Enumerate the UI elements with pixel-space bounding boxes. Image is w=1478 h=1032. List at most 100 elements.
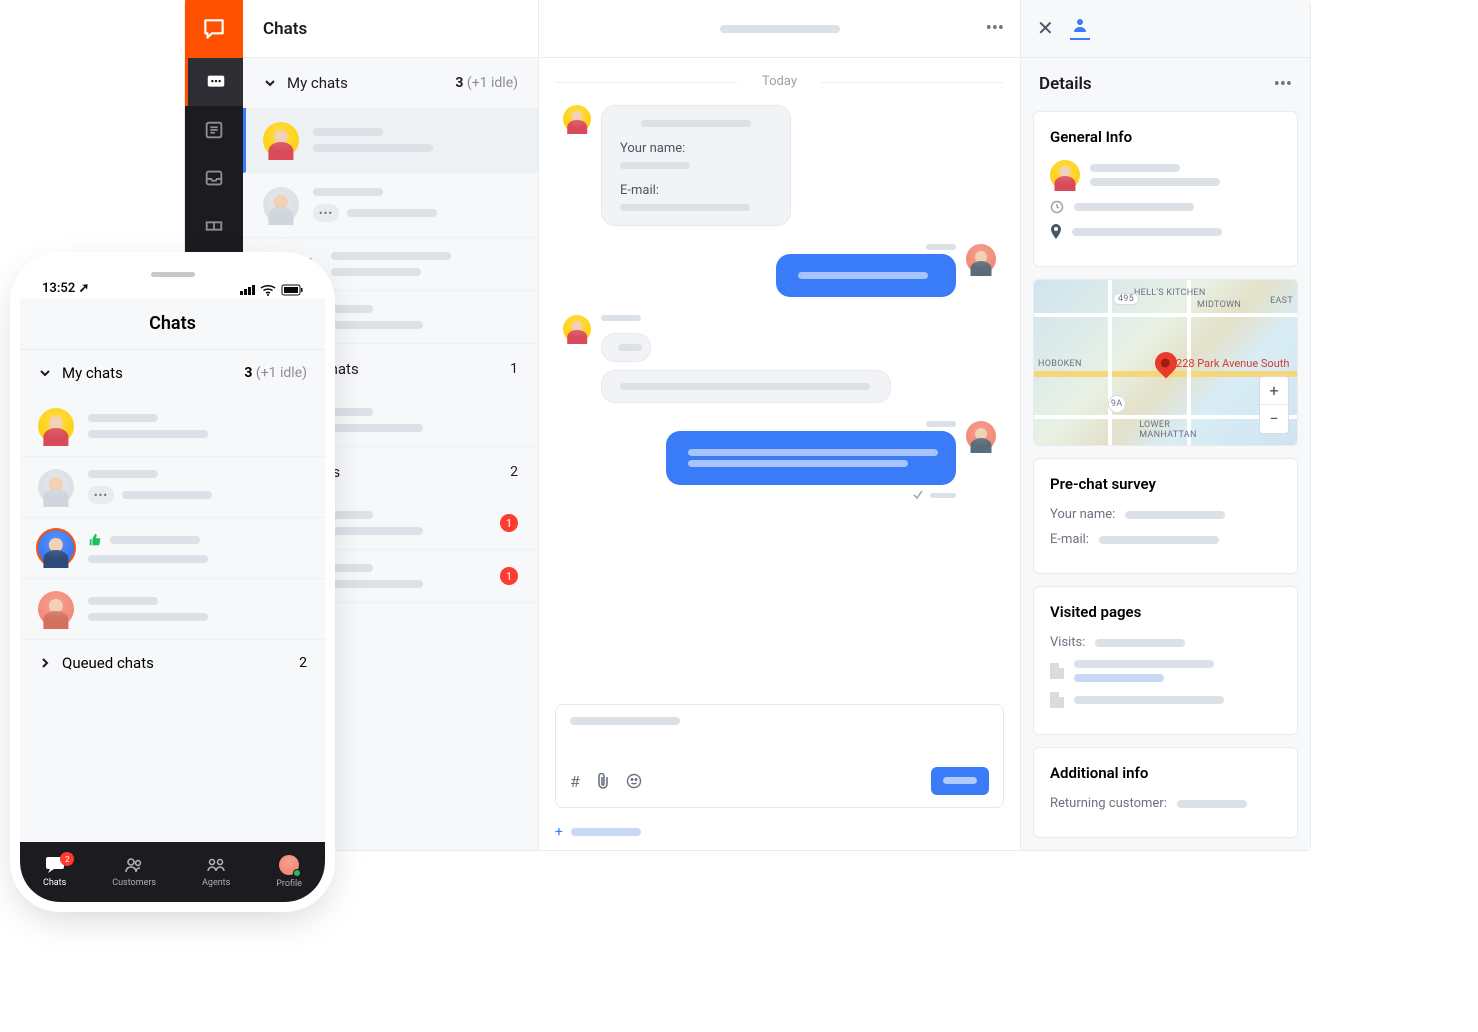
file-icon [1050,663,1064,679]
nav-chats-icon[interactable] [185,58,243,106]
chat-list-title: Chats [243,0,538,58]
desktop-app: Chats My chats 3 (+1 idle) ••• vised cha… [185,0,1310,850]
avatar [38,530,74,566]
map-label: EAST [1270,296,1293,306]
avatar [563,105,591,133]
phone-section-my-chats[interactable]: My chats 3 (+1 idle) [20,350,325,396]
card-title: Pre-chat survey [1050,475,1281,493]
tab-profile[interactable]: Profile [276,855,302,889]
message-bubble [601,333,651,362]
clock-icon [1050,200,1064,214]
hash-icon[interactable]: # [570,772,580,791]
map-label: MIDTOWN [1197,300,1241,310]
avatar [263,122,299,158]
nav-ticket-icon[interactable] [185,202,243,250]
chat-row[interactable]: ••• [243,173,538,238]
message-bubble [601,370,891,403]
avatar [279,855,299,875]
avatar [38,591,74,627]
section-label: My chats [287,74,348,92]
card-visited: Visited pages Visits: [1033,586,1298,735]
chevron-right-icon [38,656,52,670]
zoom-out-button[interactable]: − [1260,405,1288,433]
unread-badge: 1 [500,514,518,532]
message-group-incoming: Your name: E-mail: [563,105,996,226]
send-button[interactable] [931,767,989,795]
details-tab-person[interactable] [1070,16,1090,40]
avatar [263,187,299,223]
phone-title: Chats [20,298,325,350]
list-item[interactable] [20,518,325,579]
chat-row[interactable] [243,108,538,173]
tab-label: Customers [112,878,156,888]
field-label: Returning customer: [1050,796,1167,811]
tab-label: Chats [43,878,66,888]
add-action[interactable]: + [539,824,1020,850]
close-icon[interactable]: ✕ [1037,16,1054,40]
typing-icon: ••• [313,204,339,222]
message-bubble [666,431,956,485]
prechat-bubble: Your name: E-mail: [601,105,791,226]
map-pin-label: 228 Park Avenue South [1176,357,1289,370]
phone-tabbar: 2 Chats Customers Agents Profile [20,842,325,902]
section-idle: (+1 idle) [256,365,307,381]
status-time: 13:52 [42,281,75,296]
avatar [1050,160,1080,190]
details-panel: ✕ Details ••• General Info Hoboken HELL'… [1020,0,1310,850]
section-my-chats[interactable]: My chats 3 (+1 idle) [243,58,538,108]
section-count: 2 [299,655,307,671]
section-count: 2 [510,464,518,480]
details-title: Details [1039,74,1092,94]
field-label: Visits: [1050,635,1085,650]
emoji-icon[interactable] [626,773,642,789]
map[interactable]: Hoboken HELL'S KITCHEN MIDTOWN EAST 495 … [1033,279,1298,446]
pin-icon [1050,224,1062,240]
section-count: 3 [455,75,463,91]
tab-label: Profile [276,879,302,889]
attachment-icon[interactable] [596,773,610,789]
section-label: My chats [62,364,123,382]
conversation-header: ••• [539,0,1020,58]
field-label: E-mail: [620,183,772,198]
message-bubble [776,254,956,297]
plus-icon: + [555,824,563,840]
tab-agents[interactable]: Agents [202,856,230,888]
message-group-outgoing [563,421,996,501]
chevron-down-icon [38,366,52,380]
map-label: Hoboken [1038,359,1082,369]
avatar [966,244,996,274]
map-label: HELL'S KITCHEN [1134,288,1206,298]
section-label: Queued chats [62,654,154,672]
zoom-in-button[interactable]: + [1260,377,1288,405]
nav-inbox-icon[interactable] [185,154,243,202]
app-logo-icon[interactable] [185,0,243,58]
more-icon[interactable]: ••• [1274,74,1292,95]
list-item[interactable] [20,579,325,640]
card-additional: Additional info Returning customer: [1033,747,1298,838]
phone-notch [103,262,243,286]
tab-customers[interactable]: Customers [112,856,156,888]
tab-chats[interactable]: 2 Chats [43,856,66,888]
map-badge: 495 [1113,293,1139,305]
nav-list-icon[interactable] [185,106,243,154]
message-composer[interactable]: # [555,704,1004,808]
more-icon[interactable]: ••• [986,18,1004,39]
avatar [966,421,996,451]
card-title: General Info [1050,128,1281,146]
message-group-incoming [563,315,996,403]
phone-mockup: 13:52 ➚ Chats My chats 3 (+1 idle) ••• [20,262,325,902]
conversation-pane: ••• Today Your name: E-mail: [539,0,1020,850]
field-label: Your name: [1050,507,1115,522]
card-general-info: General Info [1033,111,1298,267]
avatar [38,408,74,444]
list-item[interactable] [20,396,325,457]
section-idle: (+1 idle) [467,75,518,91]
phone-section-queued[interactable]: Queued chats 2 [20,640,325,686]
thumb-up-icon [88,533,102,547]
read-receipt [912,489,956,501]
list-item[interactable]: ••• [20,457,325,518]
tab-label: Agents [202,878,230,888]
section-count: 3 [244,365,252,381]
typing-icon: ••• [88,486,114,504]
signal-icon [240,285,255,295]
